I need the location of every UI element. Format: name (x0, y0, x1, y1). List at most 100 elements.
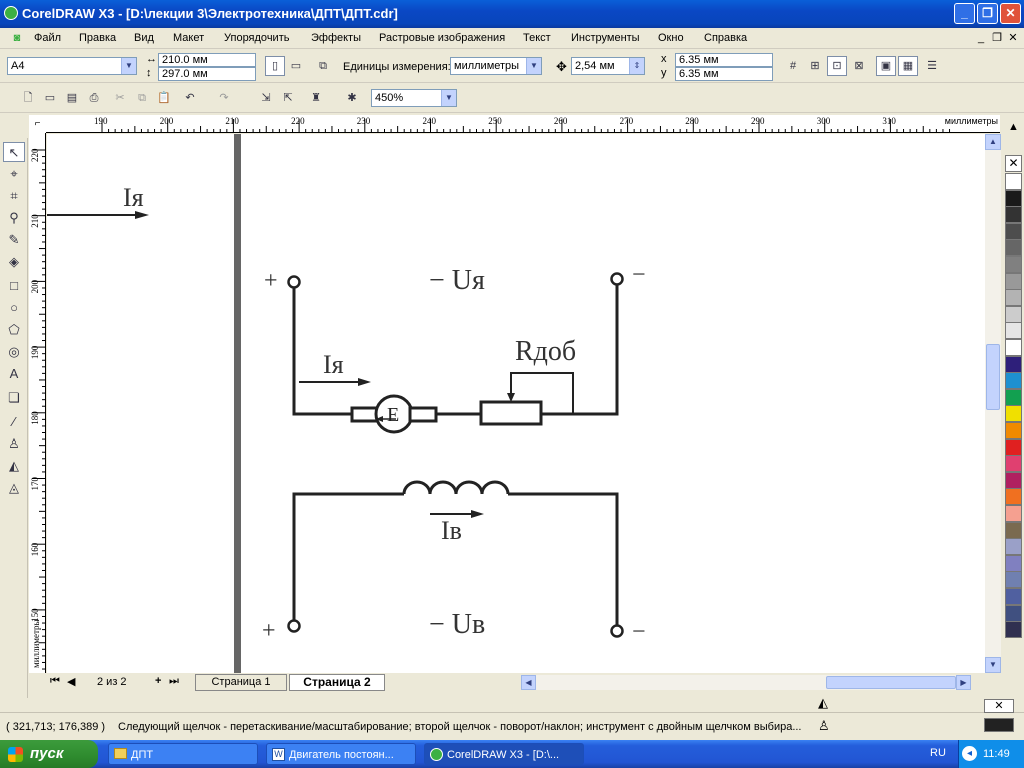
freehand-tool-icon[interactable]: ✎ (3, 230, 25, 250)
snap-objects-button[interactable]: ⊡ (827, 56, 847, 76)
palette-swatch[interactable] (1005, 305, 1022, 323)
welcome-screen-icon[interactable]: ✱ (342, 88, 362, 108)
nudge-field[interactable]: 2,54 мм ⇕ (571, 57, 645, 75)
landscape-button[interactable]: ▭ (286, 56, 306, 76)
field-plus-label[interactable]: + (262, 618, 276, 644)
field-voltage-label[interactable]: − Uв (429, 609, 485, 640)
palette-swatch[interactable] (1005, 455, 1022, 473)
ellipse-tool-icon[interactable]: ○ (3, 298, 25, 318)
no-color-swatch[interactable]: ✕ (1005, 155, 1022, 172)
application-launcher-icon[interactable]: ♜ (306, 88, 326, 108)
ruler-origin-icon[interactable]: ⌐ (29, 115, 46, 133)
field-current-label[interactable]: Iв (441, 516, 462, 545)
outline-indicator-icon[interactable]: ♙ (818, 718, 830, 734)
drawing-canvas[interactable]: Iя + − − Uя E Rдоб Iя Iв + − − Uв (47, 134, 985, 673)
palette-swatch[interactable] (1005, 438, 1022, 456)
palette-swatch[interactable] (1005, 621, 1022, 639)
palette-swatch[interactable] (1005, 554, 1022, 572)
page-tab-2[interactable]: Страница 2 (289, 674, 385, 691)
palette-swatch[interactable] (1005, 588, 1022, 605)
page-tab-1[interactable]: Страница 1 (195, 674, 287, 691)
undo-icon[interactable]: ↶ (180, 88, 200, 108)
armature-minus-label[interactable]: − (632, 262, 646, 288)
portrait-button[interactable]: ▯ (265, 56, 285, 76)
menu-bitmaps[interactable]: Растровые изображения (379, 32, 505, 44)
shape-tool-icon[interactable]: ⌖ (3, 164, 25, 184)
polygon-tool-icon[interactable]: ⬠ (3, 320, 25, 340)
draw-filled-button[interactable]: ▦ (898, 56, 918, 76)
field-wire-right[interactable] (508, 492, 619, 625)
scroll-right-button[interactable]: ▶ (956, 675, 971, 690)
motor-emf-label[interactable]: E (387, 404, 399, 426)
palette-swatch[interactable] (1005, 604, 1022, 622)
menu-layout[interactable]: Макет (173, 32, 204, 44)
palette-swatch[interactable] (1005, 355, 1022, 373)
treat-as-filled-button[interactable]: ▣ (876, 56, 896, 76)
units-select[interactable]: миллиметры ▼ (450, 57, 542, 75)
import-icon[interactable]: ⇲ (256, 88, 276, 108)
vertical-scroll-thumb[interactable] (986, 344, 1000, 410)
resistor-rdob[interactable] (479, 400, 543, 426)
menu-edit[interactable]: Правка (79, 32, 116, 44)
palette-swatch[interactable] (1005, 173, 1022, 190)
menu-view[interactable]: Вид (134, 32, 154, 44)
redo-icon[interactable]: ↷ (214, 88, 234, 108)
palette-swatch[interactable] (1005, 405, 1022, 423)
menu-arrange[interactable]: Упорядочить (224, 32, 289, 44)
doc-close-button[interactable]: ✕ (1006, 31, 1020, 45)
doc-minimize-button[interactable]: _ (974, 31, 988, 45)
chevron-down-icon[interactable]: ▼ (121, 58, 136, 74)
outline-tool-icon[interactable]: ♙ (3, 434, 25, 454)
first-page-button[interactable]: ⏮ (50, 675, 60, 688)
export-icon[interactable]: ⇱ (278, 88, 298, 108)
page-height-field[interactable]: 297.0 мм (158, 67, 256, 81)
dynamic-guides-button[interactable]: ⊠ (849, 56, 869, 76)
options-button[interactable]: ☰ (922, 56, 942, 76)
snap-grid-button[interactable]: # (783, 56, 803, 76)
menu-help[interactable]: Справка (704, 32, 747, 44)
start-button[interactable]: пуск (0, 740, 98, 768)
spin-icon[interactable]: ⇕ (629, 58, 644, 74)
minimize-button[interactable]: _ (954, 3, 975, 24)
menu-text[interactable]: Текст (523, 32, 551, 44)
scroll-up-button[interactable]: ▲ (985, 134, 1001, 150)
menu-tools[interactable]: Инструменты (571, 32, 640, 44)
restore-button[interactable]: ❐ (977, 3, 998, 24)
chevron-down-icon[interactable]: ▼ (526, 58, 541, 74)
armature-plus-terminal[interactable] (287, 275, 301, 289)
resistor-label[interactable]: Rдоб (515, 336, 576, 367)
armature-minus-terminal[interactable] (610, 272, 624, 286)
interactive-blend-tool-icon[interactable]: ❏ (3, 388, 25, 408)
paste-icon[interactable]: 📋 (154, 88, 174, 108)
text-tool-icon[interactable]: A (3, 364, 25, 384)
palette-arrow-icon[interactable]: ▲ (1005, 121, 1022, 135)
last-page-button[interactable]: ⏭ (169, 675, 179, 688)
fill-indicator-icon[interactable]: ◭ (818, 695, 828, 711)
task-coreldraw[interactable]: CorelDRAW X3 - [D:\... (424, 743, 584, 765)
palette-swatch[interactable] (1005, 272, 1022, 290)
crop-tool-icon[interactable]: ⌗ (3, 186, 25, 206)
page-width-field[interactable]: 210.0 мм (158, 53, 256, 67)
palette-swatch[interactable] (1005, 571, 1022, 589)
palette-swatch[interactable] (1005, 256, 1022, 273)
armature-plus-label[interactable]: + (264, 268, 278, 294)
basic-shapes-tool-icon[interactable]: ◎ (3, 342, 25, 362)
scroll-left-button[interactable]: ◀ (521, 675, 536, 690)
eyedropper-tool-icon[interactable]: ⁄ (3, 412, 25, 432)
all-pages-button[interactable]: ⧉ (313, 56, 333, 76)
outline-color-swatch[interactable] (984, 718, 1014, 732)
palette-swatch[interactable] (1005, 422, 1022, 439)
language-indicator[interactable]: RU (930, 747, 946, 759)
horizontal-scroll-thumb[interactable] (826, 676, 956, 689)
snap-guides-button[interactable]: ⊞ (805, 56, 825, 76)
horizontal-ruler[interactable]: 190 200 210 220 230 240 250 260 270 280 290 300 310 … (46, 115, 1000, 133)
field-wire-left[interactable] (292, 492, 404, 620)
field-plus-terminal[interactable] (287, 619, 301, 633)
prev-page-button[interactable]: ◀ (67, 675, 75, 688)
field-minus-label[interactable]: − (632, 619, 646, 645)
pick-tool-icon[interactable]: ↖ (3, 142, 25, 162)
save-icon[interactable]: ▤ (62, 88, 82, 108)
palette-swatch[interactable] (1005, 289, 1022, 307)
palette-swatch[interactable] (1005, 488, 1022, 506)
palette-swatch[interactable] (1005, 521, 1022, 539)
